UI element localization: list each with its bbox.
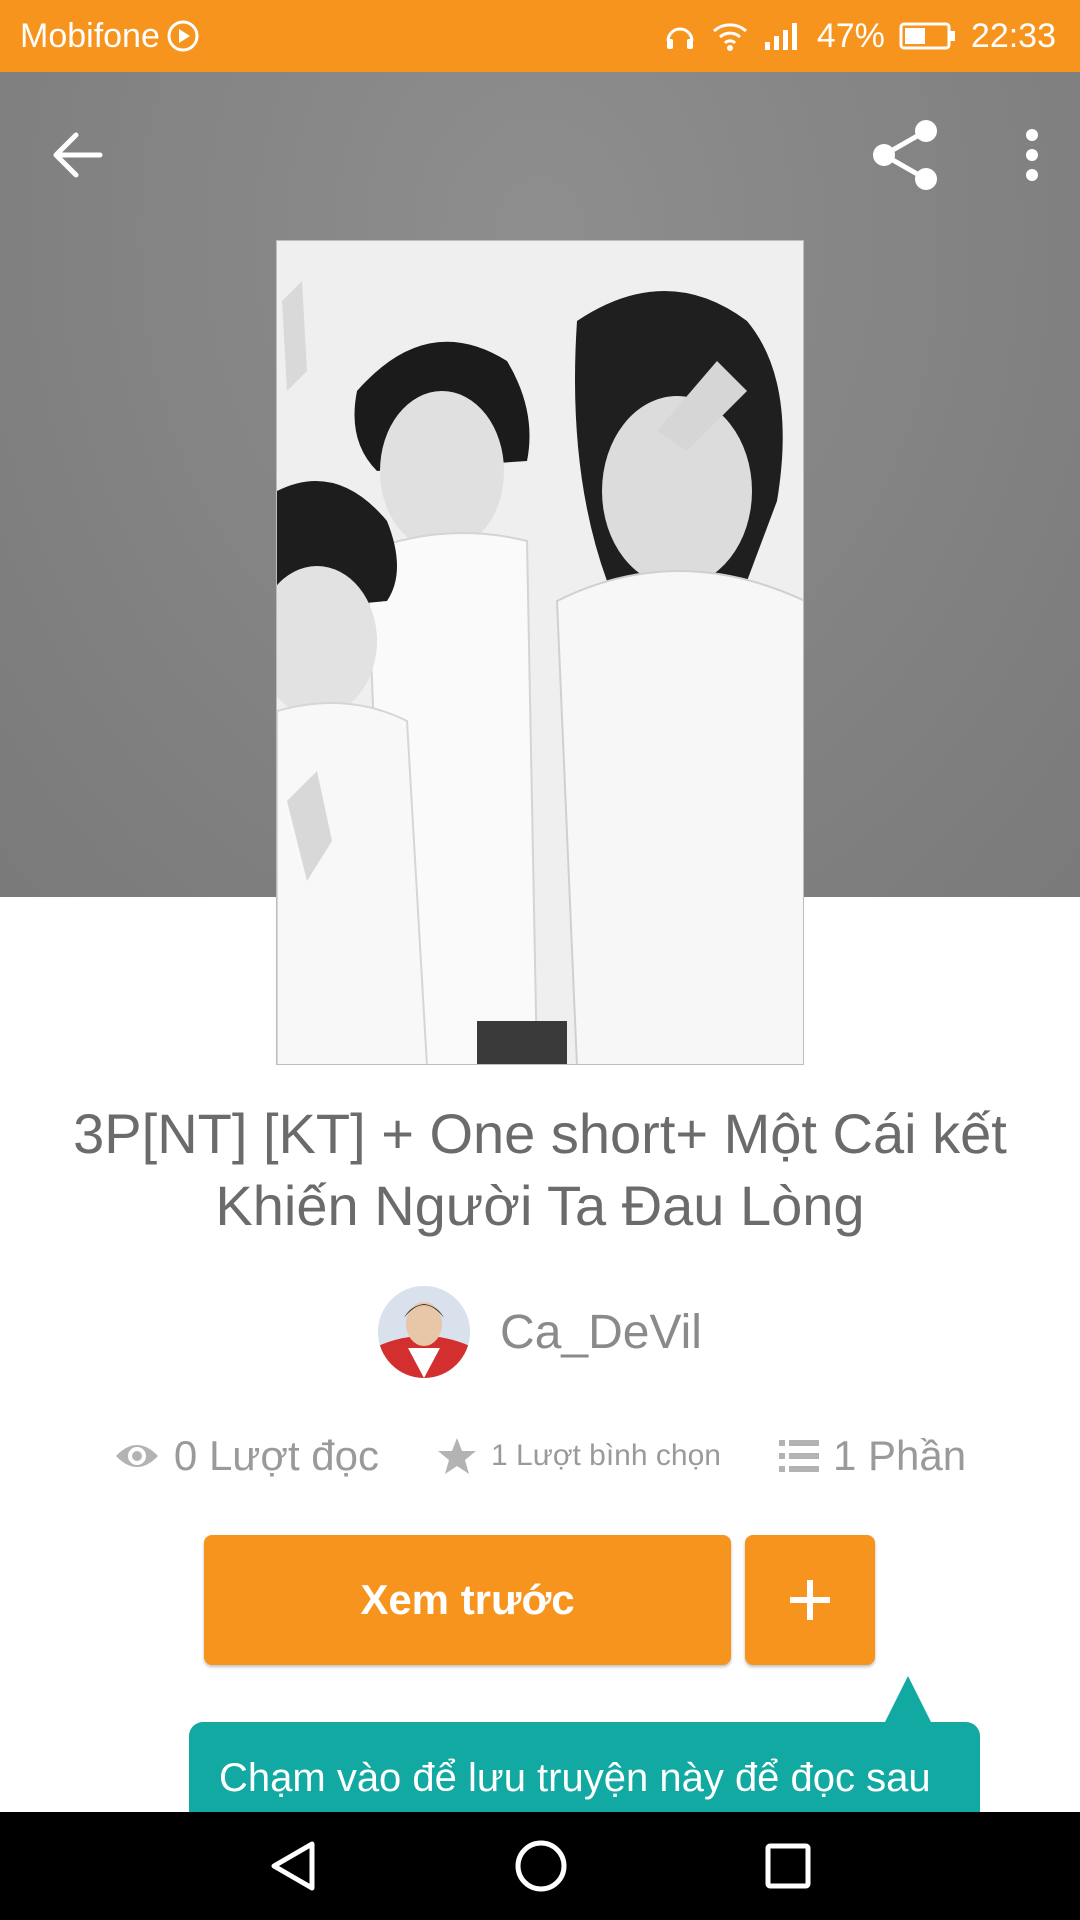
story-stats: 0 Lượt đọc 1 Lượt bình chọn 1 Phần — [0, 1432, 1080, 1480]
carrier-label: Mobifone — [20, 16, 160, 55]
parts-stat: 1 Phần — [778, 1432, 967, 1480]
status-bar: Mobifone 47% 22:33 — [0, 0, 1080, 72]
add-to-library-button[interactable] — [745, 1535, 875, 1665]
author-avatar[interactable] — [378, 1286, 471, 1378]
nav-back-icon[interactable] — [268, 1840, 318, 1892]
votes-count: 1 Lượt bình chọn — [491, 1439, 721, 1472]
music-icon — [166, 19, 200, 53]
preview-button[interactable]: Xem trước — [204, 1535, 731, 1665]
reads-stat: 0 Lượt đọc — [114, 1432, 379, 1480]
story-detail-screen: Mobifone 47% 22:33 3P[NT] [KT] + One sho… — [0, 0, 1080, 1920]
nav-home-icon[interactable] — [514, 1839, 568, 1893]
votes-stat: 1 Lượt bình chọn — [437, 1436, 721, 1476]
toolbar — [0, 100, 1080, 210]
battery-percent: 47% — [816, 16, 885, 55]
author-name[interactable]: Ca_DeVil — [500, 1305, 702, 1360]
tooltip-text: Chạm vào để lưu truyện này để đọc sau — [219, 1756, 931, 1800]
story-cover-image[interactable] — [276, 240, 804, 1065]
tooltip-arrow — [884, 1676, 932, 1724]
battery-icon — [899, 21, 957, 51]
cover-photo-illustration — [277, 241, 803, 1064]
headphones-icon — [663, 19, 697, 53]
avatar-image — [378, 1286, 471, 1378]
system-navigation-bar — [0, 1812, 1080, 1920]
nav-recents-icon[interactable] — [764, 1842, 812, 1890]
status-left: Mobifone — [20, 17, 200, 56]
reads-count: 0 Lượt đọc — [173, 1432, 380, 1479]
arrow-left-icon[interactable] — [50, 131, 104, 179]
plus-icon — [790, 1580, 830, 1620]
signal-icon — [763, 20, 803, 52]
author-row[interactable]: Ca_DeVil — [0, 1286, 1080, 1378]
star-icon — [438, 1438, 477, 1474]
story-title: 3P[NT] [KT] + One short+ Một Cái kết Khi… — [73, 1102, 1007, 1237]
share-icon[interactable] — [868, 117, 944, 193]
more-vertical-icon[interactable] — [1024, 127, 1040, 183]
toolbar-actions — [868, 117, 1040, 193]
eye-icon — [115, 1445, 158, 1467]
wifi-icon — [711, 20, 749, 52]
status-right: 47% 22:33 — [663, 17, 1056, 56]
clock: 22:33 — [970, 16, 1056, 55]
list-icon — [778, 1440, 819, 1472]
parts-count: 1 Phần — [832, 1432, 967, 1479]
